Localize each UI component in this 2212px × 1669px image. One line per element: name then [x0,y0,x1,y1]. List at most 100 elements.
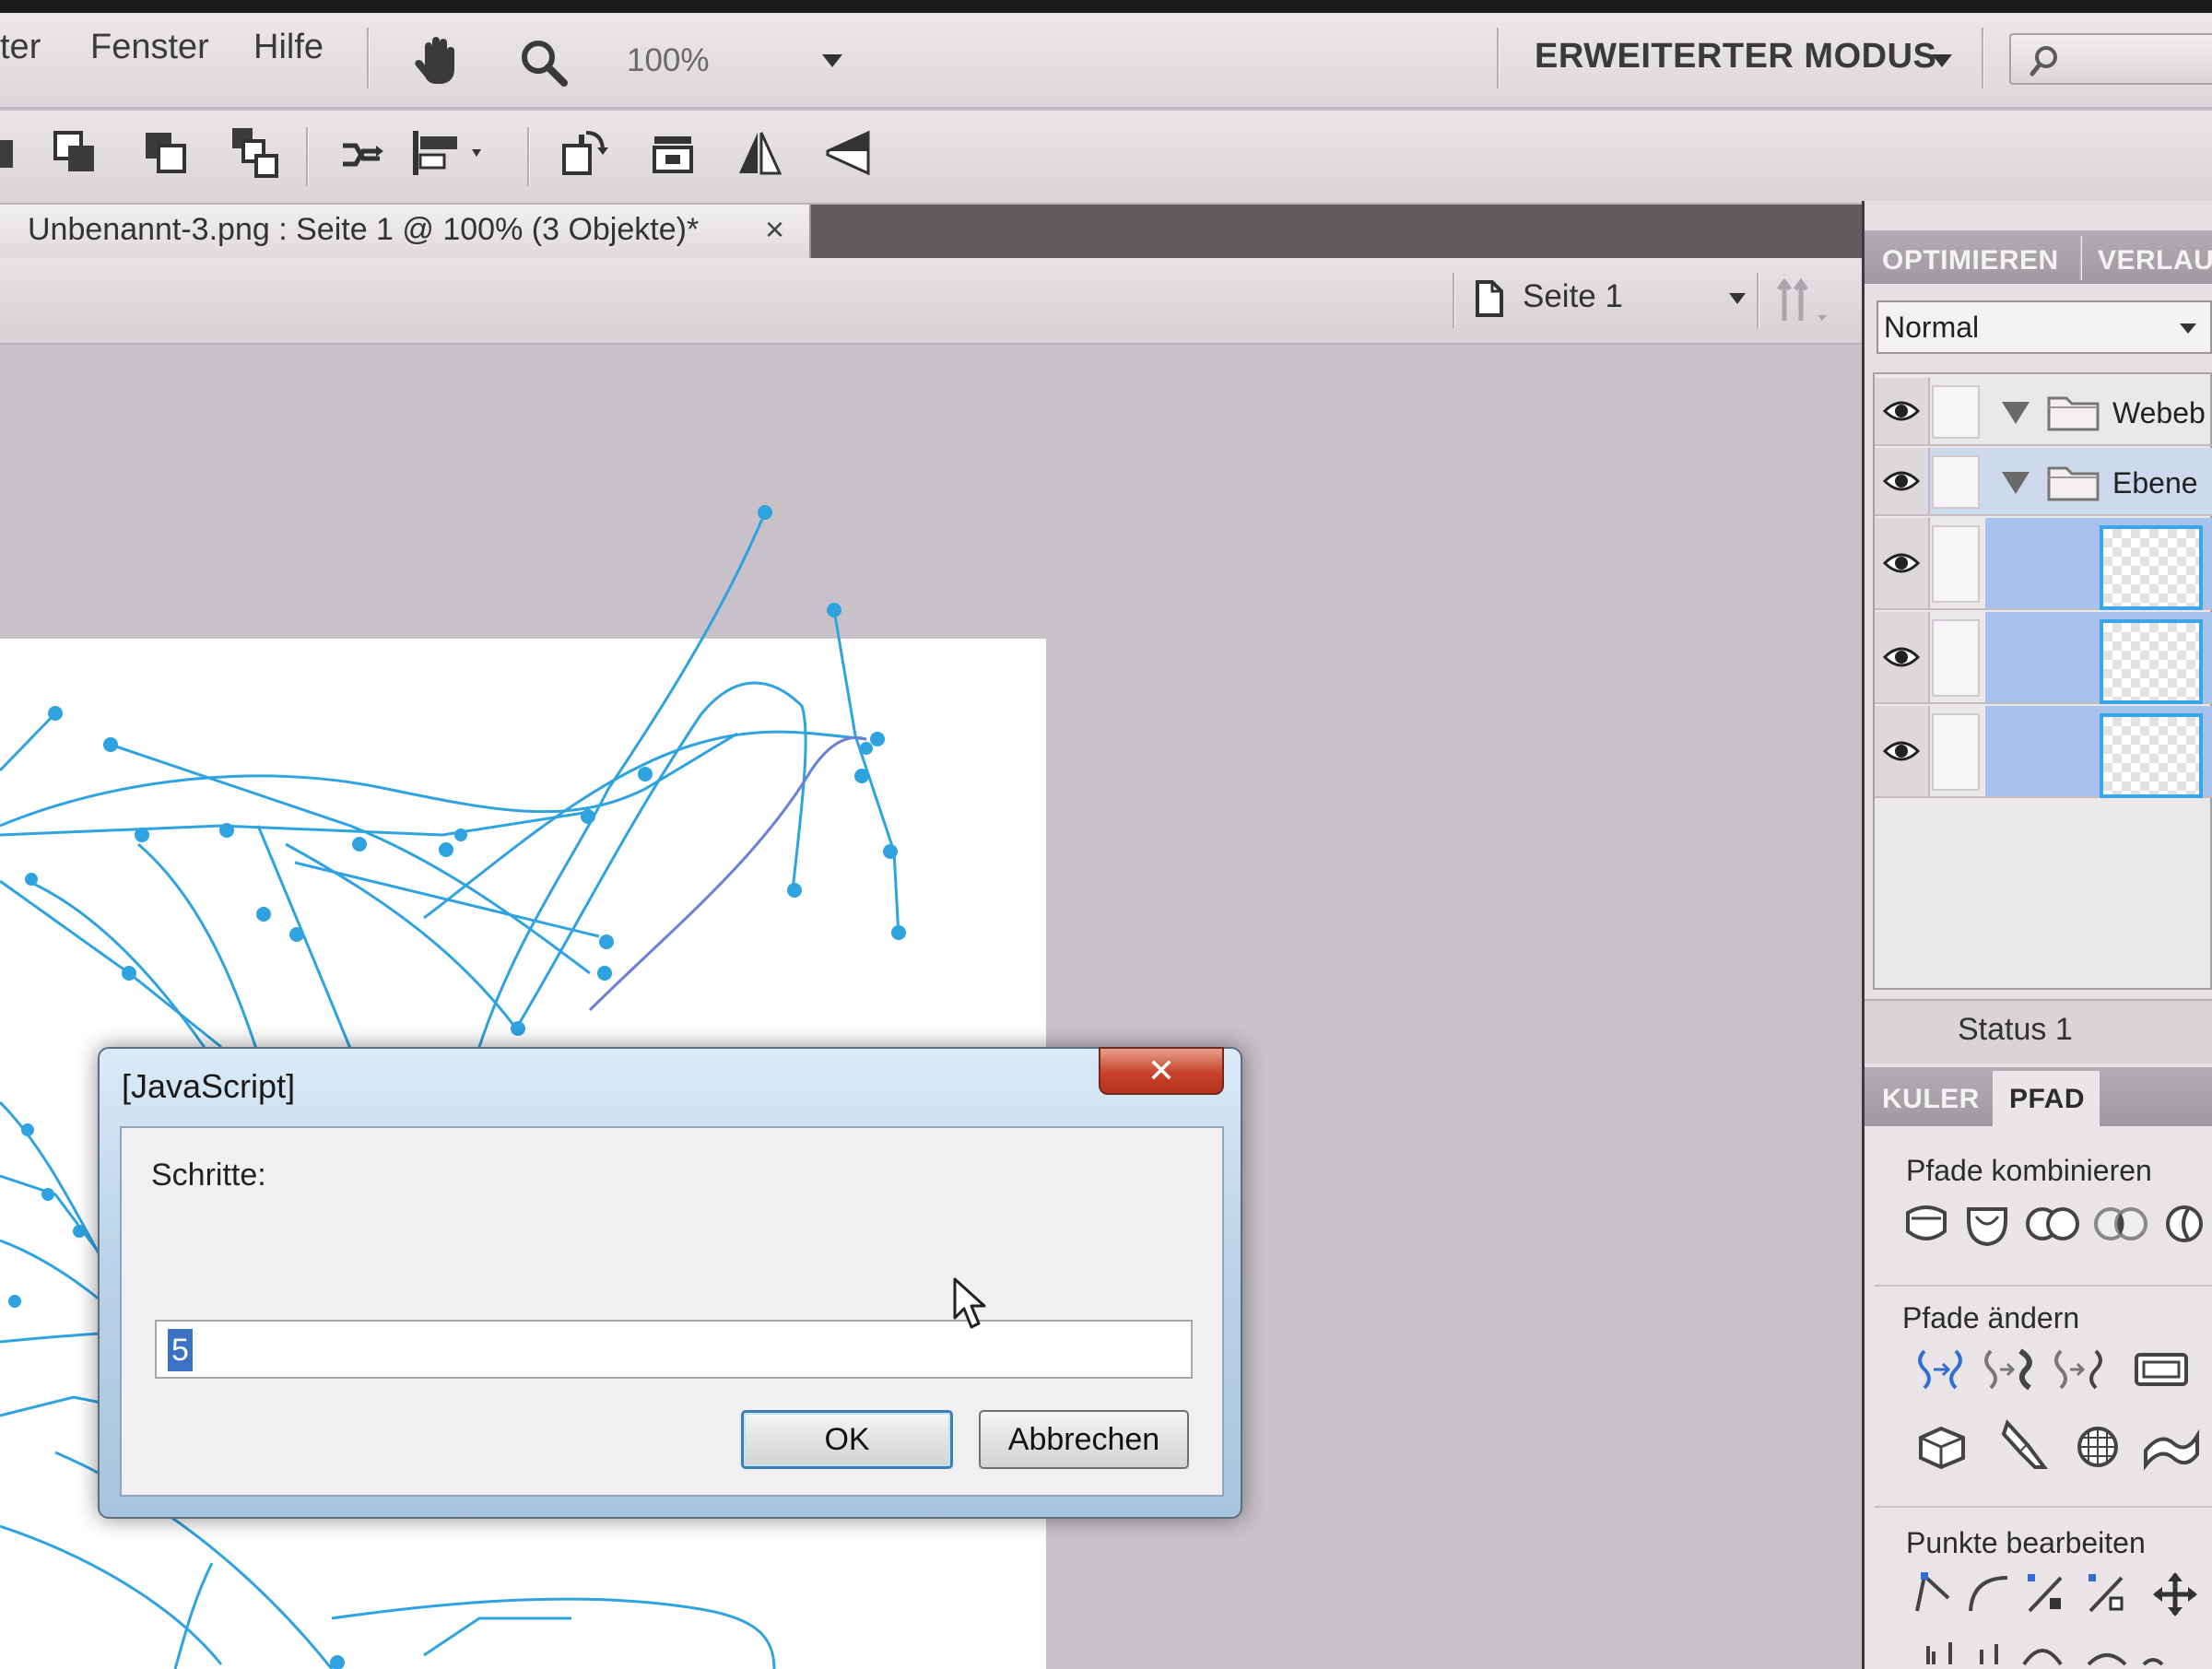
dialog-title: [JavaScript] [122,1067,296,1105]
steps-input-value[interactable]: 5 [168,1329,193,1371]
tab-pfad[interactable]: PFAD [2009,1084,2085,1115]
steps-input[interactable] [155,1320,1193,1379]
transform-tool-icon[interactable] [335,127,391,179]
path-3d-icon[interactable] [1913,1423,1971,1471]
path-warp-icon[interactable] [2142,1423,2199,1471]
section-title-combine: Pfade kombinieren [1906,1154,2152,1187]
page-options-icon[interactable] [1771,275,1836,330]
flip-vertical-icon[interactable] [820,125,876,181]
lock-toggle[interactable] [1932,713,1980,791]
path-simplify-icon[interactable] [1912,1346,1969,1393]
menu-item-fenster[interactable]: Fenster [90,28,209,67]
zoom-tool-icon[interactable] [516,35,571,90]
document-tab-title[interactable]: Unbenannt-3.png : Seite 1 @ 100% (3 Obje… [28,212,699,248]
pagebar-divider [1757,273,1759,328]
menu-divider [1982,28,1983,88]
workspace-mode-switcher[interactable]: ERWEITERTER MODUS [1535,37,1936,76]
send-to-back-icon[interactable] [227,123,282,181]
menu-divider [367,28,369,88]
folder-icon [2047,396,2100,431]
path-exclude-icon[interactable] [2160,1200,2208,1248]
object-thumbnail [2100,713,2203,798]
lock-toggle[interactable] [1932,525,1980,603]
section-divider [1875,1506,2212,1508]
tab-verlauf[interactable]: VERLAU [2098,245,2212,276]
cancel-button[interactable]: Abbrechen [979,1410,1189,1469]
point-add-icon[interactable] [2024,1570,2068,1618]
page-dropdown-chevron-icon[interactable] [1729,293,1746,304]
section-title-points: Punkte bearbeiten [1906,1526,2146,1559]
menu-divider [1497,28,1499,88]
pagebar-divider [1453,273,1454,328]
section-title-modify: Pfade ändern [1902,1301,2080,1334]
mode-dropdown-chevron-icon[interactable] [1930,52,1954,70]
eye-icon[interactable] [1875,612,1930,702]
window-top-edge [0,0,2212,13]
page-icon [1473,278,1506,319]
lock-toggle[interactable] [1932,619,1980,697]
search-input[interactable] [2009,33,2212,85]
state-label[interactable]: Status 1 [1958,1012,2073,1048]
blend-mode-chevron-icon[interactable] [2177,321,2199,335]
layer-row-webebene[interactable]: Webeb [1875,378,2212,446]
layer-row-object-2[interactable] [1875,612,2212,704]
tab-optimieren[interactable]: OPTIMIEREN [1882,245,2059,276]
path-intersect-icon[interactable] [1963,1200,2011,1248]
expand-triangle-icon[interactable] [2000,400,2031,426]
path-union-icon[interactable] [1902,1200,1950,1248]
eye-icon[interactable] [1875,518,1930,608]
path-punch-icon[interactable] [2024,1200,2081,1248]
layer-name: Webeb [2112,396,2206,429]
page-selector[interactable]: Seite 1 [1523,278,1623,315]
point-remove-icon[interactable] [2085,1570,2129,1618]
close-icon: ✕ [1147,1052,1176,1089]
expand-triangle-icon[interactable] [2000,470,2031,496]
eye-icon[interactable] [1875,706,1930,796]
section-divider [1875,1285,2212,1287]
blend-mode-value: Normal [1884,311,1980,344]
object-thumbnail [2100,525,2203,610]
layer-row-object-3[interactable] [1875,706,2212,798]
ok-button[interactable]: OK [741,1410,953,1469]
eye-icon[interactable] [1875,448,1930,514]
rotate-icon[interactable] [557,125,612,181]
tab-kuler[interactable]: KULER [1882,1084,1980,1115]
flip-horizontal-icon[interactable] [732,125,787,181]
tab-divider [2079,236,2081,280]
arrange-partial-icon[interactable] [0,127,22,179]
path-knife-icon[interactable] [2000,1417,2048,1469]
mouse-cursor-icon [953,1277,986,1329]
search-icon [2030,46,2057,76]
point-cusp-icon[interactable] [1912,1570,1952,1618]
lock-toggle[interactable] [1932,455,1980,509]
bring-forward-icon[interactable] [48,127,103,179]
lock-toggle[interactable] [1932,385,1980,439]
path-reverse-icon[interactable] [2052,1346,2109,1393]
path-outline-icon[interactable] [2133,1349,2190,1397]
layer-row-object-1[interactable] [1875,518,2212,610]
send-backward-icon[interactable] [138,127,194,179]
path-expand-icon[interactable] [1982,1346,2039,1393]
zoom-level-field[interactable]: 100% [627,42,710,79]
path-grid-icon[interactable] [2074,1423,2122,1471]
layer-name: Ebene [2112,466,2198,500]
path-crop-icon[interactable] [2092,1200,2149,1248]
align-dropdown-icon[interactable] [409,127,498,179]
rotate-ccw-icon[interactable] [645,125,700,181]
folder-icon [2047,466,2100,501]
layer-row-ebene[interactable]: Ebene [1875,448,2212,516]
eye-icon[interactable] [1875,378,1930,444]
zoom-dropdown-chevron-icon[interactable] [820,52,844,70]
path-tools-row-partial[interactable] [1923,1637,2199,1669]
dialog-close-button[interactable]: ✕ [1099,1047,1224,1095]
document-tab-close-icon[interactable]: × [765,210,784,249]
point-curve-icon[interactable] [1965,1570,2013,1618]
menu-item-hilfe[interactable]: Hilfe [253,28,324,67]
toolbar-divider [527,127,529,186]
menu-item-bearbeiten[interactable]: ter [0,28,41,67]
arrange-toolbar [0,111,2212,205]
hand-tool-icon[interactable] [409,33,465,88]
toolbar-divider [306,127,308,186]
point-move-icon[interactable] [2151,1570,2199,1618]
dialog-prompt-label: Schritte: [151,1158,266,1193]
